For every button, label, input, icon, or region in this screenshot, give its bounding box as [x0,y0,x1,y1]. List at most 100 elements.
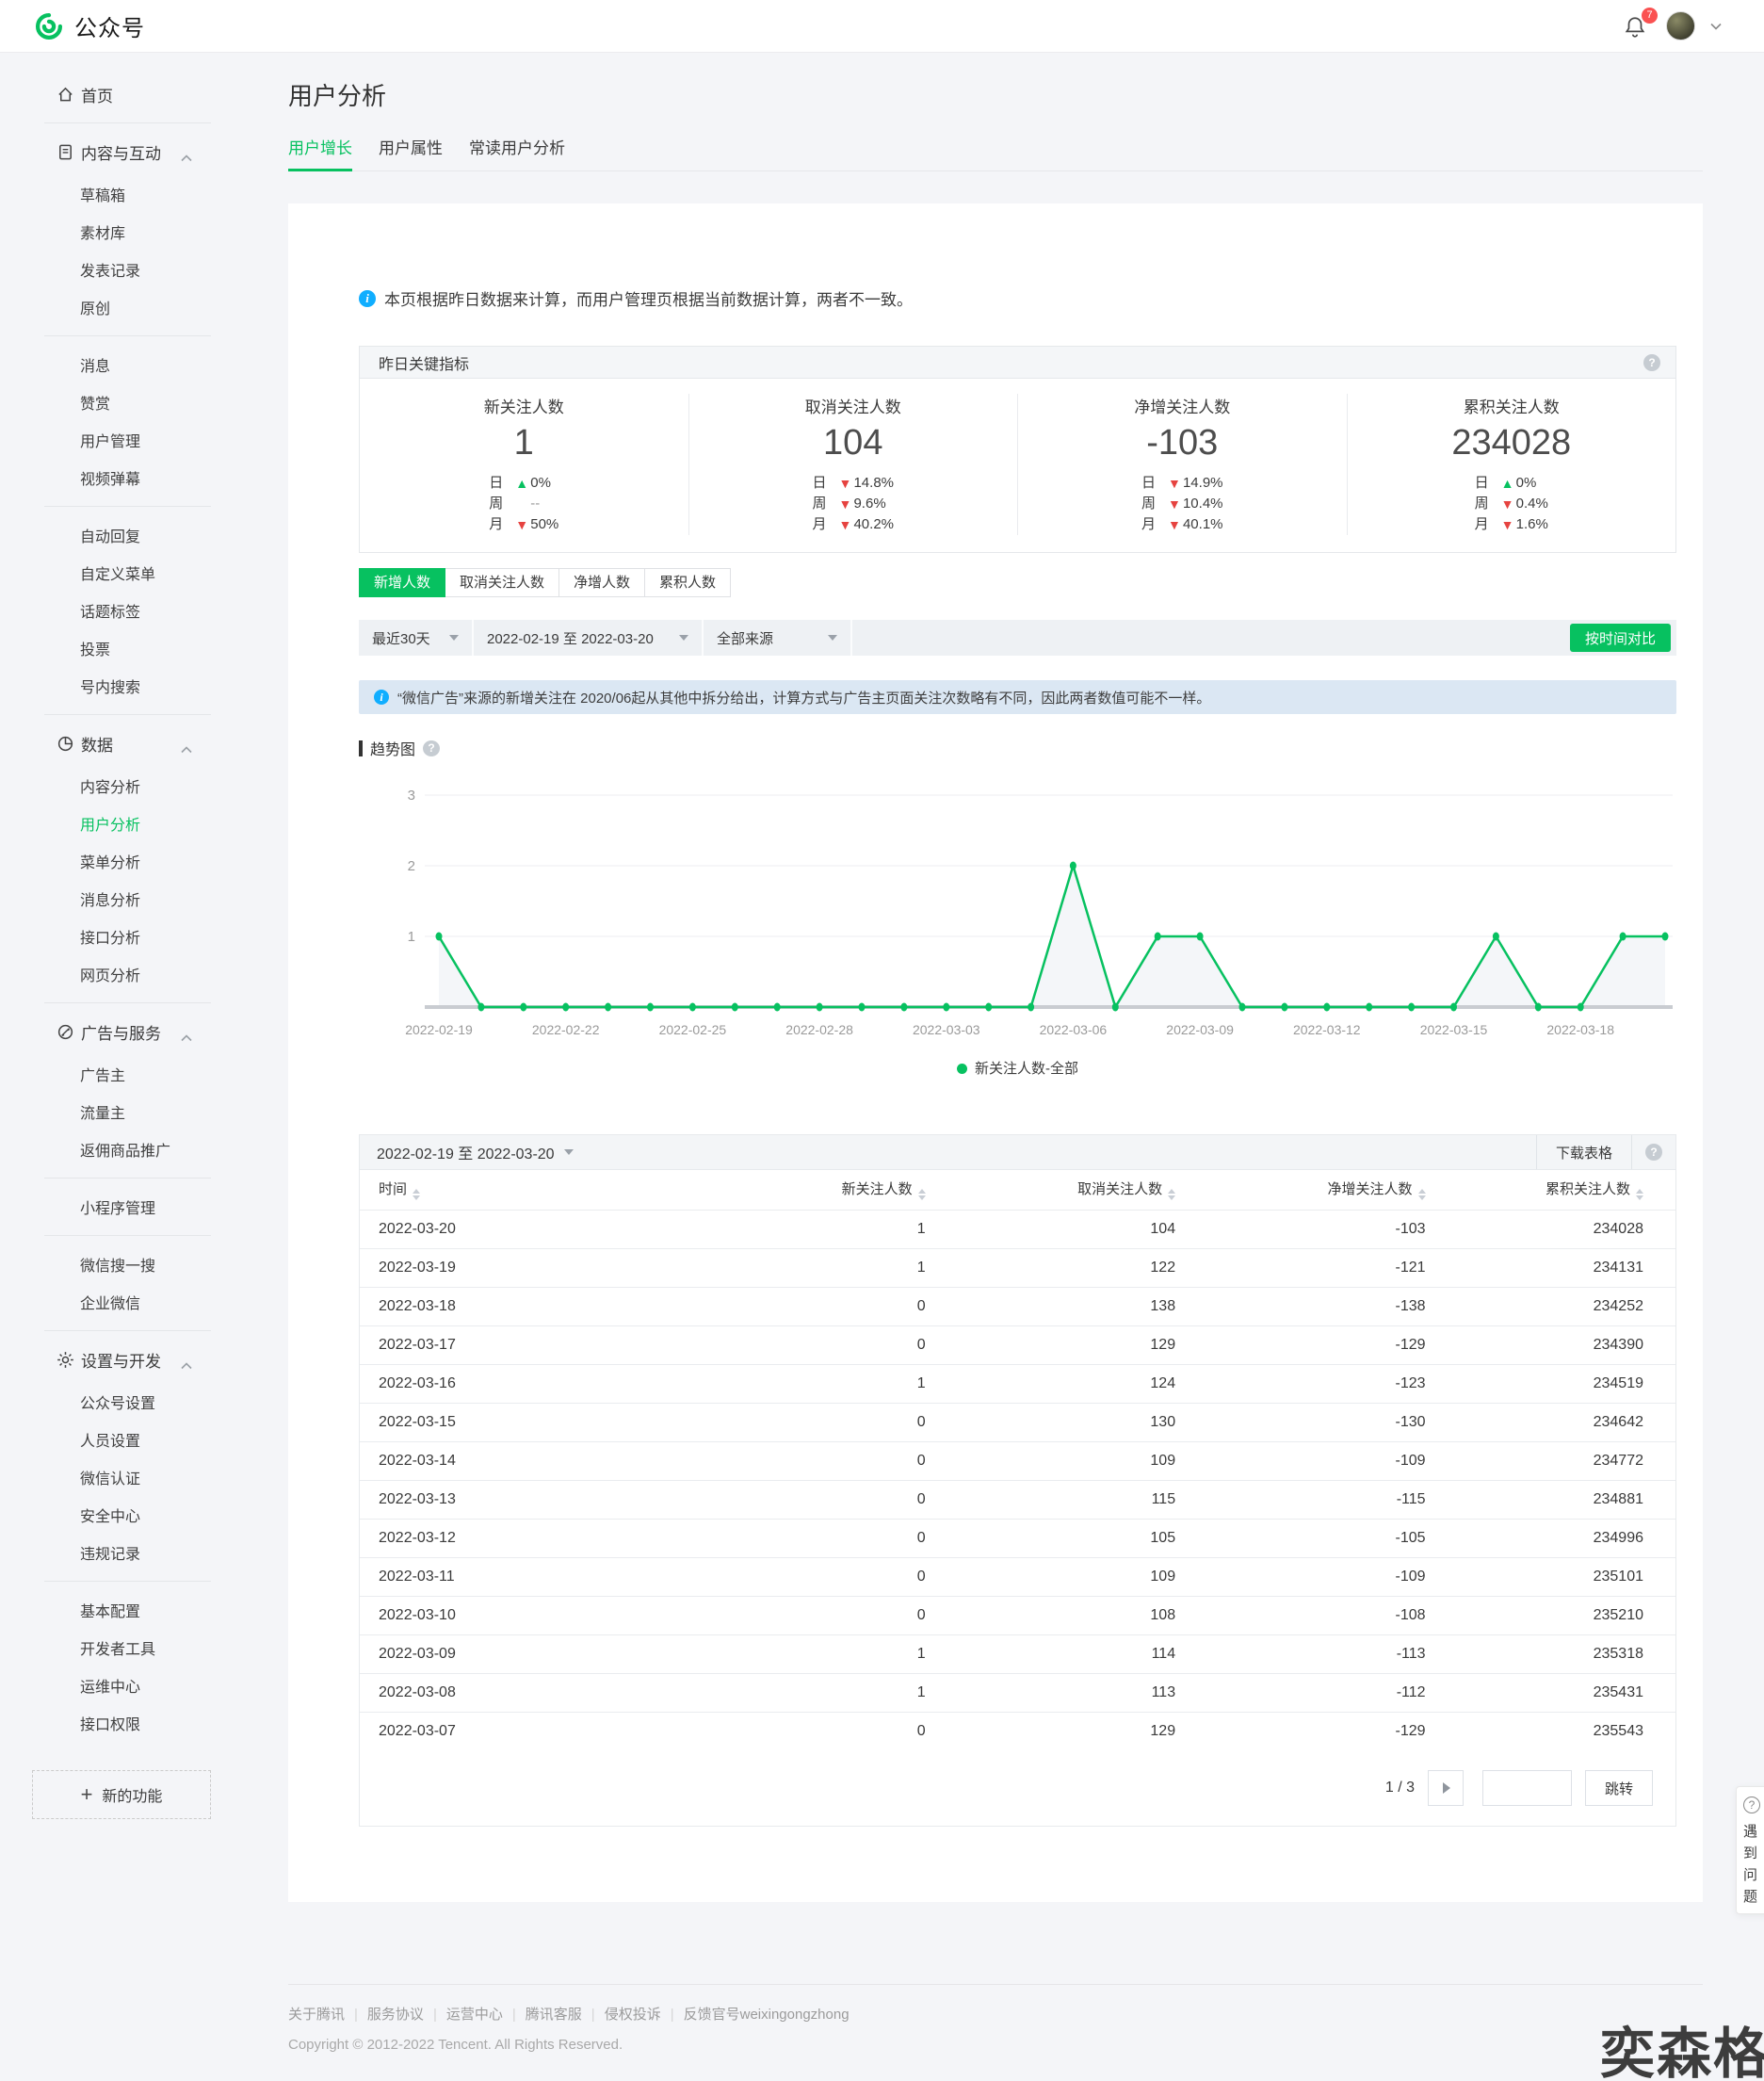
sidebar-item[interactable]: 接口权限 [0,1704,213,1742]
metric-tab-取消关注人数[interactable]: 取消关注人数 [445,568,559,597]
sidebar-item[interactable]: 草稿箱 [0,175,213,213]
help-float-button[interactable]: ? 遇到问题 [1736,1786,1764,1914]
sidebar-item[interactable]: 原创 [0,288,213,326]
chevron-up-icon[interactable] [181,740,192,747]
column-header-累积关注人数[interactable]: 累积关注人数 [1426,1170,1675,1210]
metric-tab-累积人数[interactable]: 累积人数 [644,568,731,597]
table-date-range[interactable]: 2022-02-19 至 2022-03-20 [377,1141,555,1163]
tab-常读用户分析[interactable]: 常读用户分析 [469,135,565,171]
sidebar-item-home[interactable]: 首页 [0,75,213,113]
sidebar-section-3[interactable]: 广告与服务 [0,1013,213,1050]
sidebar-item[interactable]: 视频弹幕 [0,459,213,496]
footer-link-反馈官号weixingongzhong[interactable]: 反馈官号weixingongzhong [684,2007,850,2023]
sidebar-item[interactable]: 公众号设置 [0,1383,213,1421]
footer-link-侵权投诉[interactable]: 侵权投诉 [605,2007,661,2023]
sidebar-item[interactable]: 用户管理 [0,421,213,459]
sidebar-divider [44,1002,211,1003]
column-header-取消关注人数[interactable]: 取消关注人数 [926,1170,1175,1210]
sidebar-item[interactable]: 消息分析 [0,880,213,918]
arrow-down-icon: ▼ [1168,473,1183,494]
footer-link-服务协议[interactable]: 服务协议 [367,2007,424,2023]
sidebar-item[interactable]: 返佣商品推广 [0,1130,213,1168]
compare-by-time-button[interactable]: 按时间对比 [1570,624,1671,652]
page-jump-input[interactable] [1482,1770,1572,1806]
chevron-up-icon[interactable] [181,1356,192,1363]
range-preset-dropdown[interactable]: 最近30天 [359,620,474,656]
sidebar-item[interactable]: 自定义菜单 [0,554,213,592]
sidebar-section-4[interactable]: 设置与开发 [0,1341,213,1378]
caret-down-icon[interactable] [564,1149,574,1155]
new-feature-button[interactable]: +新的功能 [32,1770,211,1819]
sort-icon[interactable] [1418,1189,1426,1200]
chevron-down-icon[interactable] [1710,23,1722,30]
sort-icon[interactable] [918,1189,926,1200]
footer: 关于腾讯|服务协议|运营中心|腾讯客服|侵权投诉|反馈官号weixingongz… [288,1984,1703,2053]
column-header-新关注人数[interactable]: 新关注人数 [675,1170,925,1210]
jump-button[interactable]: 跳转 [1585,1770,1653,1806]
metric-change-row: 月▼40.1% [1141,514,1223,535]
next-page-button[interactable] [1428,1770,1464,1806]
help-icon[interactable]: ? [423,740,440,756]
sort-icon[interactable] [1636,1189,1643,1200]
brand[interactable]: 公众号 [33,9,145,42]
sidebar-item[interactable]: 企业微信 [0,1283,213,1321]
column-label: 新关注人数 [842,1181,913,1197]
sidebar-item[interactable]: 违规记录 [0,1534,213,1571]
sidebar-item[interactable]: 网页分析 [0,955,213,993]
sidebar-item[interactable]: 发表记录 [0,251,213,288]
sidebar-item[interactable]: 自动回复 [0,516,213,554]
notifications-button[interactable]: 7 [1623,12,1651,41]
change-value: 0% [1516,473,1537,494]
source-value: 全部来源 [717,628,773,648]
sidebar-item[interactable]: 人员设置 [0,1421,213,1458]
sidebar-item[interactable]: 话题标签 [0,592,213,629]
sidebar-item[interactable]: 赞赏 [0,383,213,421]
sidebar-item[interactable]: 用户分析 [0,805,213,842]
column-header-净增关注人数[interactable]: 净增关注人数 [1175,1170,1425,1210]
sort-icon[interactable] [413,1189,420,1200]
date-range-value: 2022-02-19 至 2022-03-20 [487,628,654,648]
tab-用户增长[interactable]: 用户增长 [288,135,352,171]
tab-用户属性[interactable]: 用户属性 [379,135,443,171]
chevron-up-icon[interactable] [181,148,192,155]
sidebar-item[interactable]: 小程序管理 [0,1188,213,1226]
sidebar-item[interactable]: 素材库 [0,213,213,251]
footer-link-运营中心[interactable]: 运营中心 [446,2007,503,2023]
sidebar-section-1[interactable]: 内容与互动 [0,133,213,171]
sidebar-item[interactable]: 安全中心 [0,1496,213,1534]
sidebar-item[interactable]: 运维中心 [0,1666,213,1704]
sidebar-item[interactable]: 接口分析 [0,918,213,955]
sidebar-item[interactable]: 流量主 [0,1093,213,1130]
sidebar-item[interactable]: 菜单分析 [0,842,213,880]
download-table-button[interactable]: 下载表格 [1536,1135,1632,1169]
metric-tab-净增人数[interactable]: 净增人数 [558,568,645,597]
sidebar-item[interactable]: 微信搜一搜 [0,1245,213,1283]
table-cell: 129 [926,1712,1175,1750]
avatar[interactable] [1666,11,1695,41]
footer-link-腾讯客服[interactable]: 腾讯客服 [526,2007,582,2023]
sidebar-divider [44,1581,211,1582]
footer-link-关于腾讯[interactable]: 关于腾讯 [288,2007,345,2023]
column-header-时间[interactable]: 时间 [360,1170,675,1210]
sidebar-item[interactable]: 开发者工具 [0,1629,213,1666]
sidebar-item[interactable]: 号内搜索 [0,667,213,705]
period-label: 日 [1141,473,1168,494]
source-dropdown[interactable]: 全部来源 [704,620,852,656]
date-range-dropdown[interactable]: 2022-02-19 至 2022-03-20 [474,620,704,656]
sidebar-item[interactable]: 内容分析 [0,767,213,805]
help-icon[interactable]: ? [1643,354,1660,371]
sidebar-item[interactable]: 投票 [0,629,213,667]
metric-tab-新增人数[interactable]: 新增人数 [359,568,445,597]
table-cell: 234642 [1426,1403,1675,1441]
sidebar-section-2[interactable]: 数据 [0,724,213,762]
sidebar-item[interactable]: 微信认证 [0,1458,213,1496]
sidebar-item[interactable]: 基本配置 [0,1591,213,1629]
metric-change-row: 周▼0.4% [1475,494,1548,514]
help-icon[interactable]: ? [1645,1144,1662,1161]
range-preset-value: 最近30天 [372,628,430,648]
sidebar-item[interactable]: 消息 [0,346,213,383]
table-cell: -115 [1175,1480,1425,1519]
sidebar-item[interactable]: 广告主 [0,1055,213,1093]
chevron-up-icon[interactable] [181,1028,192,1035]
sort-icon[interactable] [1168,1189,1175,1200]
